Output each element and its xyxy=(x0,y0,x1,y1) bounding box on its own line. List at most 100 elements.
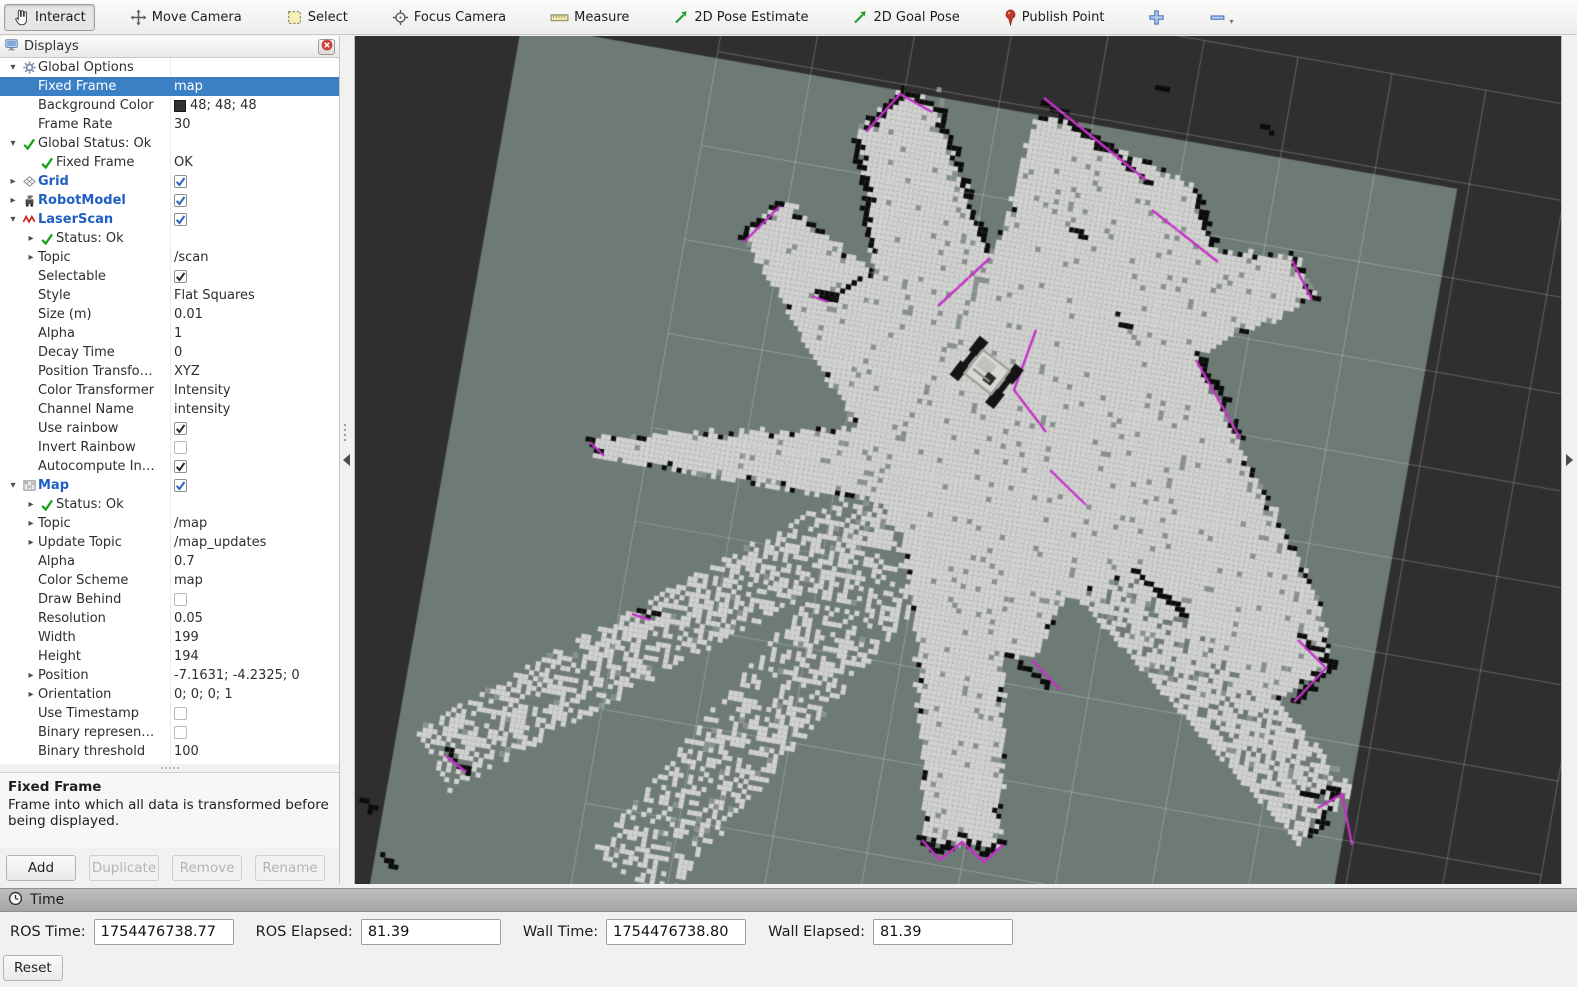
displays-tree[interactable]: ▾Global OptionsFixed FramemapBackground … xyxy=(0,58,339,764)
tree-row[interactable]: Binary threshold100 xyxy=(0,742,339,761)
expand-arrow-icon[interactable]: ▾ xyxy=(6,476,20,495)
tree-row[interactable]: Alpha1 xyxy=(0,324,339,343)
checkbox-checked[interactable] xyxy=(174,194,187,207)
collapse-arrow-icon[interactable]: ▸ xyxy=(24,666,38,685)
collapse-arrow-icon[interactable]: ▸ xyxy=(24,685,38,704)
tree-row[interactable]: Autocompute In… xyxy=(0,457,339,476)
property-value[interactable]: /map_updates xyxy=(174,533,266,552)
tree-row[interactable]: Height194 xyxy=(0,647,339,666)
checkbox-unchecked[interactable] xyxy=(174,726,187,739)
tree-row[interactable]: ▾LaserScan xyxy=(0,210,339,229)
property-value[interactable]: OK xyxy=(174,153,193,172)
tree-row[interactable]: Decay Time0 xyxy=(0,343,339,362)
checkbox-checked[interactable] xyxy=(174,270,187,283)
time-panel-header[interactable]: Time xyxy=(0,888,1577,912)
time-field-input[interactable]: 1754476738.80 xyxy=(606,919,746,945)
tree-row[interactable]: ▸RobotModel xyxy=(0,191,339,210)
time-field-input[interactable]: 81.39 xyxy=(873,919,1013,945)
tool-button-select[interactable]: Select xyxy=(277,4,357,31)
add-display-button[interactable]: Add xyxy=(6,855,76,881)
close-panel-button[interactable] xyxy=(318,39,335,55)
tree-row[interactable]: Resolution0.05 xyxy=(0,609,339,628)
tree-row[interactable]: Frame Rate30 xyxy=(0,115,339,134)
tree-row[interactable]: Channel Nameintensity xyxy=(0,400,339,419)
tree-row[interactable]: ▾Global Status: Ok xyxy=(0,134,339,153)
reset-button[interactable]: Reset xyxy=(3,955,63,981)
expand-arrow-icon[interactable]: ▾ xyxy=(6,134,20,153)
collapse-right-icon[interactable] xyxy=(1566,454,1573,466)
property-value[interactable]: /scan xyxy=(174,248,209,267)
tree-row[interactable]: Draw Behind xyxy=(0,590,339,609)
property-value[interactable]: map xyxy=(174,77,203,96)
time-field-input[interactable]: 1754476738.77 xyxy=(94,919,234,945)
collapse-arrow-icon[interactable]: ▸ xyxy=(24,248,38,267)
tree-row[interactable]: Binary represen… xyxy=(0,723,339,742)
tree-row[interactable]: ▸Topic/map xyxy=(0,514,339,533)
tree-row[interactable]: Size (m)0.01 xyxy=(0,305,339,324)
property-value[interactable]: Intensity xyxy=(174,381,231,400)
tree-row[interactable]: Use rainbow xyxy=(0,419,339,438)
time-field-input[interactable]: 81.39 xyxy=(361,919,501,945)
property-value[interactable]: 0.05 xyxy=(174,609,203,628)
tree-row[interactable]: Selectable xyxy=(0,267,339,286)
tree-row[interactable]: Width199 xyxy=(0,628,339,647)
tree-row[interactable]: ▸Orientation0; 0; 0; 1 xyxy=(0,685,339,704)
collapse-arrow-icon[interactable]: ▸ xyxy=(24,495,38,514)
right-dock-splitter[interactable] xyxy=(1561,36,1577,884)
property-value[interactable]: /map xyxy=(174,514,207,533)
checkbox-unchecked[interactable] xyxy=(174,707,187,720)
checkbox-unchecked[interactable] xyxy=(174,593,187,606)
tool-button-measure[interactable]: Measure xyxy=(541,5,638,30)
expand-arrow-icon[interactable]: ▾ xyxy=(6,58,20,77)
tree-row[interactable]: ▸Status: Ok xyxy=(0,229,339,248)
tool-button-move-camera[interactable]: Move Camera xyxy=(121,4,251,31)
property-value[interactable]: 199 xyxy=(174,628,199,647)
property-value[interactable]: 0.01 xyxy=(174,305,203,324)
tree-row[interactable]: Use Timestamp xyxy=(0,704,339,723)
tree-row[interactable]: ▸Status: Ok xyxy=(0,495,339,514)
collapse-arrow-icon[interactable]: ▸ xyxy=(24,533,38,552)
checkbox-checked[interactable] xyxy=(174,460,187,473)
tree-row[interactable]: ▸Update Topic/map_updates xyxy=(0,533,339,552)
property-value[interactable]: 0 xyxy=(174,343,182,362)
collapse-arrow-icon[interactable]: ▸ xyxy=(6,172,20,191)
tool-button-publish-point[interactable]: Publish Point xyxy=(995,4,1114,31)
tree-row[interactable]: ▸Grid xyxy=(0,172,339,191)
property-value[interactable]: 1 xyxy=(174,324,182,343)
property-value[interactable]: 194 xyxy=(174,647,199,666)
tree-row[interactable]: Background Color48; 48; 48 xyxy=(0,96,339,115)
collapse-arrow-icon[interactable]: ▸ xyxy=(24,514,38,533)
collapse-left-icon[interactable] xyxy=(343,454,350,466)
tree-row[interactable]: StyleFlat Squares xyxy=(0,286,339,305)
property-value[interactable]: 100 xyxy=(174,742,199,761)
tool-button-interact[interactable]: Interact xyxy=(4,4,95,31)
tree-row[interactable]: Alpha0.7 xyxy=(0,552,339,571)
checkbox-checked[interactable] xyxy=(174,213,187,226)
property-value[interactable]: intensity xyxy=(174,400,230,419)
displays-panel-header[interactable]: Displays xyxy=(0,36,339,58)
collapse-arrow-icon[interactable]: ▸ xyxy=(24,229,38,248)
tool-button-pose-estimate[interactable]: 2D Pose Estimate xyxy=(664,4,817,30)
tree-row[interactable]: Fixed FrameOK xyxy=(0,153,339,172)
property-value[interactable]: 30 xyxy=(174,115,191,134)
panel-splitter-handle[interactable] xyxy=(0,764,339,772)
tool-button-remove-tool[interactable]: ▾ xyxy=(1200,4,1242,31)
tool-button-goal-pose[interactable]: 2D Goal Pose xyxy=(843,4,968,30)
tree-row[interactable]: ▾Map xyxy=(0,476,339,495)
tree-row[interactable]: Position Transfo…XYZ xyxy=(0,362,339,381)
property-value[interactable]: map xyxy=(174,571,203,590)
tool-button-add-tool[interactable] xyxy=(1139,4,1174,31)
checkbox-checked[interactable] xyxy=(174,422,187,435)
tree-row[interactable]: Invert Rainbow xyxy=(0,438,339,457)
tool-button-focus-camera[interactable]: Focus Camera xyxy=(383,4,515,31)
property-value[interactable]: -7.1631; -4.2325; 0 xyxy=(174,666,300,685)
checkbox-unchecked[interactable] xyxy=(174,441,187,454)
property-value[interactable]: 0.7 xyxy=(174,552,195,571)
tree-row[interactable]: Color TransformerIntensity xyxy=(0,381,339,400)
checkbox-checked[interactable] xyxy=(174,175,187,188)
property-value[interactable]: XYZ xyxy=(174,362,200,381)
tree-row[interactable]: ▾Global Options xyxy=(0,58,339,77)
property-value[interactable]: Flat Squares xyxy=(174,286,255,305)
tree-row[interactable]: Color Schememap xyxy=(0,571,339,590)
tree-row[interactable]: ▸Topic/scan xyxy=(0,248,339,267)
